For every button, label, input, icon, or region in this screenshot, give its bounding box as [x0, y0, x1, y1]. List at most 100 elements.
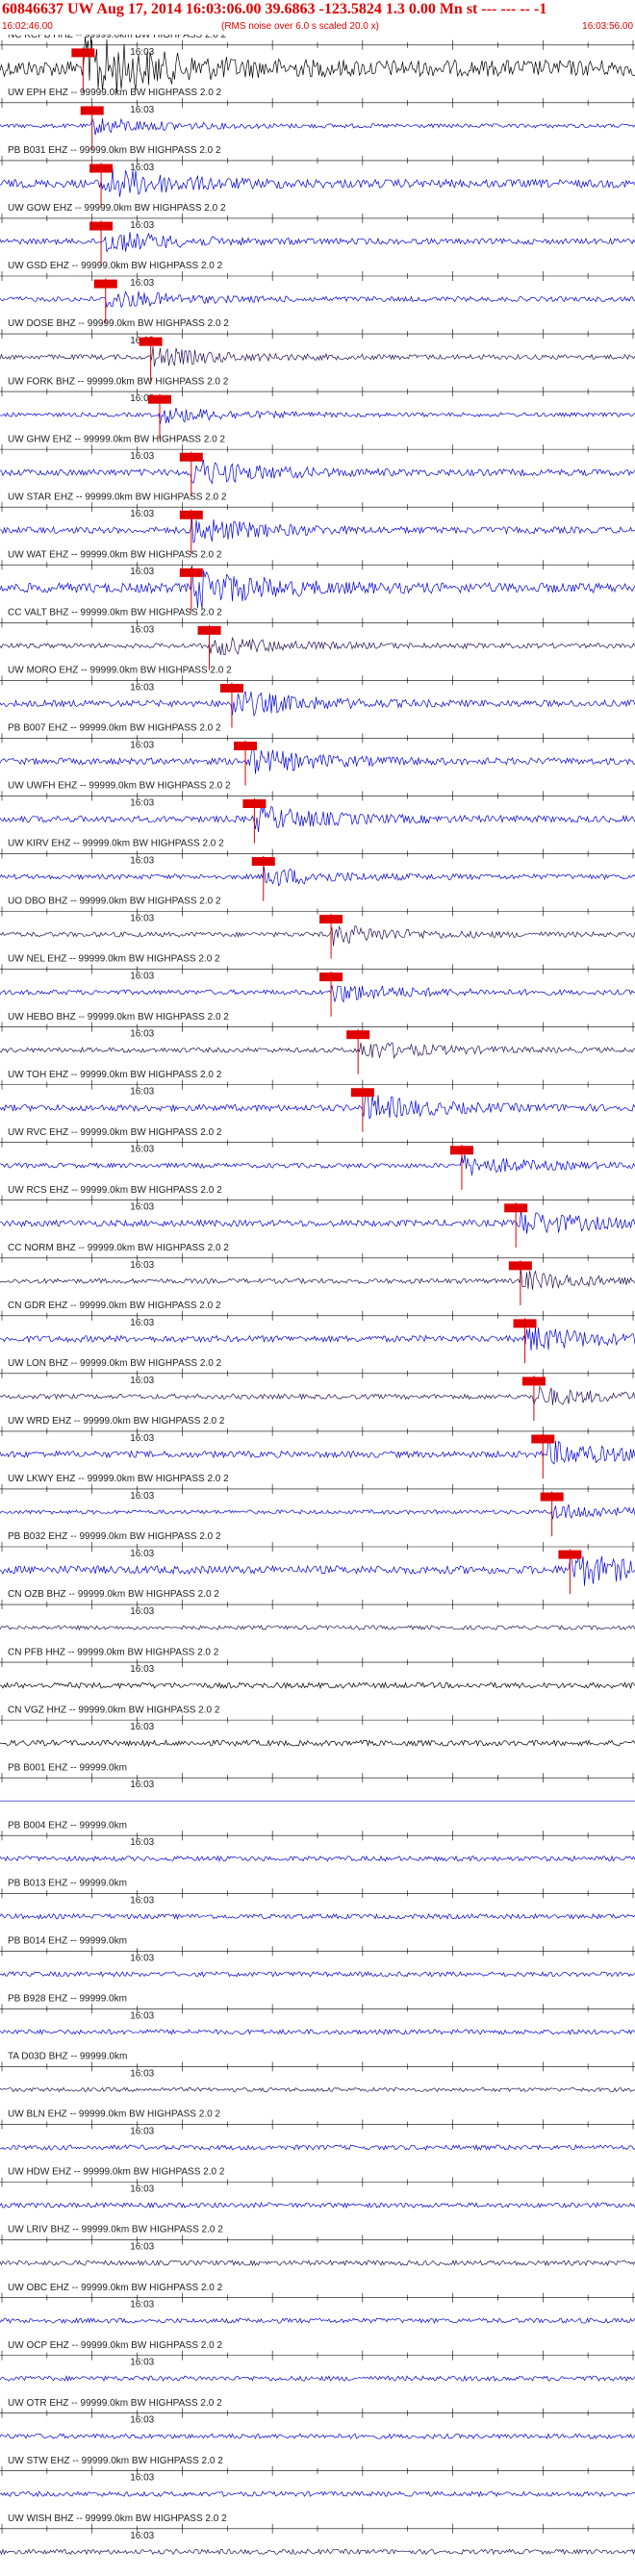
trace-label: PB B004 EHZ -- 99999.0km: [8, 1820, 127, 1831]
waveform: [0, 1681, 635, 1690]
tick-label: 16:03: [130, 1895, 154, 1906]
tick-label: 16:03: [130, 972, 154, 982]
pick-box: [219, 683, 243, 693]
tick-label: 16:03: [130, 451, 154, 462]
trace-label: UW KIRV EHZ -- 99999.0km BW HIGHPASS 2.0…: [8, 839, 224, 849]
trace-label: PB B032 EHZ -- 99999.0km BW HIGHPASS 2.0…: [8, 1531, 221, 1542]
trace-label: PB B014 EHZ -- 99999.0km: [8, 1936, 127, 1947]
waveform: [0, 407, 635, 424]
tick-label: 16:03: [130, 2126, 154, 2136]
pick-box: [89, 164, 114, 173]
record-header: 60846637 UW Aug 17, 2014 16:03:06.00 39.…: [0, 0, 635, 35]
trace-label: UW LRIV BHZ -- 99999.0km BW HIGHPASS 2.0…: [8, 2225, 223, 2235]
trace-row: 16:03 CC VALT BHZ -- 99999.0km BW HIGHPAS…: [0, 607, 635, 670]
waveform: [0, 459, 635, 485]
trace-row: 16:03 UW OBC EHZ -- 99999.0km BW HIGHPASS…: [0, 2283, 635, 2325]
waveform: [0, 1855, 635, 1862]
waveform: [0, 2433, 635, 2439]
pick-box: [558, 1550, 582, 1559]
waveform: [0, 2375, 635, 2383]
trace-label: UW HDW EHZ -- 99999.0km BW HIGHPASS 2.0 …: [8, 2167, 225, 2178]
trace-label: UW DOSE BHZ -- 99999.0km BW HIGHPASS 2.0…: [8, 318, 229, 329]
trace-row: 16:03 CC NORM BHZ -- 99999.0km BW HIGHPAS…: [0, 1243, 635, 1305]
trace-row: 16:03 UW HDW EHZ -- 99999.0km BW HIGHPASS…: [0, 2167, 635, 2210]
waveform: [0, 1270, 635, 1290]
trace-label: CC NORM BHZ -- 99999.0km BW HIGHPASS 2.0…: [8, 1243, 229, 1253]
trace-row: 16:03 UW BLN EHZ -- 99999.0km BW HIGHPASS…: [0, 2109, 635, 2151]
trace-row: 16:03 UW WAT EHZ -- 99999.0km BW HIGHPASS…: [0, 549, 635, 613]
pick-box: [521, 1376, 546, 1386]
waveform: [0, 691, 635, 718]
trace-label: CN PFB HHZ -- 99999.0km BW HIGHPASS 2.0 …: [8, 1647, 219, 1657]
trace-row: 16:03 CN PFB HHZ -- 99999.0km BW HIGHPASS…: [0, 1647, 635, 1690]
tick-label: 16:03: [130, 624, 154, 635]
waveform: [0, 985, 635, 1003]
waveform: [0, 1154, 635, 1176]
waveform: [0, 232, 635, 253]
trace-row: 16:03 PB B007 EHZ -- 99999.0km BW HIGHPAS…: [0, 723, 635, 786]
pick-box: [319, 915, 343, 924]
waveform: [0, 1385, 635, 1405]
waveform: [0, 1503, 635, 1520]
tick-label: 16:03: [130, 2068, 154, 2079]
waveform: [0, 2028, 635, 2035]
tick-label: 16:03: [130, 855, 154, 866]
waveform: [0, 1042, 635, 1060]
pick-box: [350, 1088, 374, 1098]
tick-label: 16:03: [130, 567, 154, 577]
trace-label: UW STW EHZ -- 99999.0km BW HIGHPASS 2.0 …: [8, 2456, 223, 2466]
pick-box: [89, 221, 114, 231]
trace-label: PB B001 EHZ -- 99999.0km: [8, 1762, 127, 1773]
start-time: 16:02:46.00: [2, 21, 53, 32]
trace-label: NC KCPB HHZ -- 99999.0km BW HIGHPASS 2.0…: [8, 35, 227, 40]
tick-label: 16:03: [130, 2010, 154, 2021]
trace-row: 16:03 CN GDR EHZ -- 99999.0km BW HIGHPASS…: [0, 1301, 635, 1364]
waveform: [0, 2202, 635, 2210]
pick-box: [319, 972, 343, 982]
waveform: [0, 2260, 635, 2266]
trace-label: UW WISH BHZ -- 99999.0km BW HIGHPASS 2.0…: [8, 2513, 227, 2524]
trace-label: PB B928 EHZ -- 99999.0km: [8, 1994, 127, 2005]
pick-box: [531, 1434, 555, 1444]
trace-label: CN OZB BHZ -- 99999.0km BW HIGHPASS 2.0 …: [8, 1589, 219, 1600]
trace-label: CN GDR EHZ -- 99999.0km BW HIGHPASS 2.0 …: [8, 1301, 221, 1311]
trace-row: 16:03 UW LRIV BHZ -- 99999.0km BW HIGHPAS…: [0, 2225, 635, 2266]
trace-label: UO DBO BHZ -- 99999.0km BW HIGHPASS 2.0 …: [8, 897, 221, 907]
tick-label: 16:03: [130, 1087, 154, 1098]
pick-box: [346, 1030, 370, 1040]
trace-row: 16:03PB B928 EHZ -- 99999.0km: [0, 1994, 635, 2035]
waveform: [0, 1970, 635, 1978]
trace-row: 16:03NC KCPB HHZ -- 99999.0km BW HIGHPAS…: [0, 35, 635, 93]
pick-box: [508, 1261, 532, 1271]
waveform: [0, 746, 635, 774]
trace-label: UW FORK BHZ -- 99999.0km BW HIGHPASS 2.0…: [8, 376, 229, 387]
pick-box: [540, 1492, 564, 1502]
tick-label: 16:03: [130, 1953, 154, 1963]
trace-row: 16:03 UW GOW EHZ -- 99999.0km BW HIGHPASS…: [0, 203, 635, 266]
waveform: [0, 117, 635, 136]
trace-label: UW NEL EHZ -- 99999.0km BW HIGHPASS 2.0 …: [8, 954, 220, 965]
tick-label: 16:03: [130, 1433, 154, 1444]
waveform: [0, 1912, 635, 1920]
waveform: [0, 518, 635, 543]
trace-row: 16:03 UW OCP EHZ -- 99999.0km BW HIGHPASS…: [0, 2340, 635, 2383]
tick-label: 16:03: [130, 2184, 154, 2194]
trace-label: UW OCP EHZ -- 99999.0km BW HIGHPASS 2.0 …: [8, 2340, 222, 2351]
tick-label: 16:03: [130, 1029, 154, 1040]
noise-note: (RMS noise over 6.0 s scaled 20.0 x): [221, 21, 379, 32]
trace-row: 16:03 UW RCS EHZ -- 99999.0km BW HIGHPASS…: [0, 1185, 635, 1248]
tick-label: 16:03: [130, 1549, 154, 1559]
trace-label: UW HEBO BHZ -- 99999.0km BW HIGHPASS 2.0…: [8, 1012, 229, 1023]
waveform: [0, 2143, 635, 2151]
trace-row: 16:03 UW WRD EHZ -- 99999.0km BW HIGHPASS…: [0, 1416, 635, 1479]
waveform: [0, 1440, 635, 1465]
waveform: [0, 1326, 635, 1351]
trace-label: UW TOH EHZ -- 99999.0km BW HIGHPASS 2.0 …: [8, 1070, 222, 1080]
tick-label: 16:03: [130, 1491, 154, 1502]
end-time: 16:03:56.00: [582, 21, 633, 32]
pick-box: [148, 394, 171, 404]
pick-box: [71, 48, 95, 58]
pick-box: [513, 1319, 537, 1328]
tick-label: 16:03: [130, 2473, 154, 2484]
tick-label: 16:03: [130, 2300, 154, 2311]
